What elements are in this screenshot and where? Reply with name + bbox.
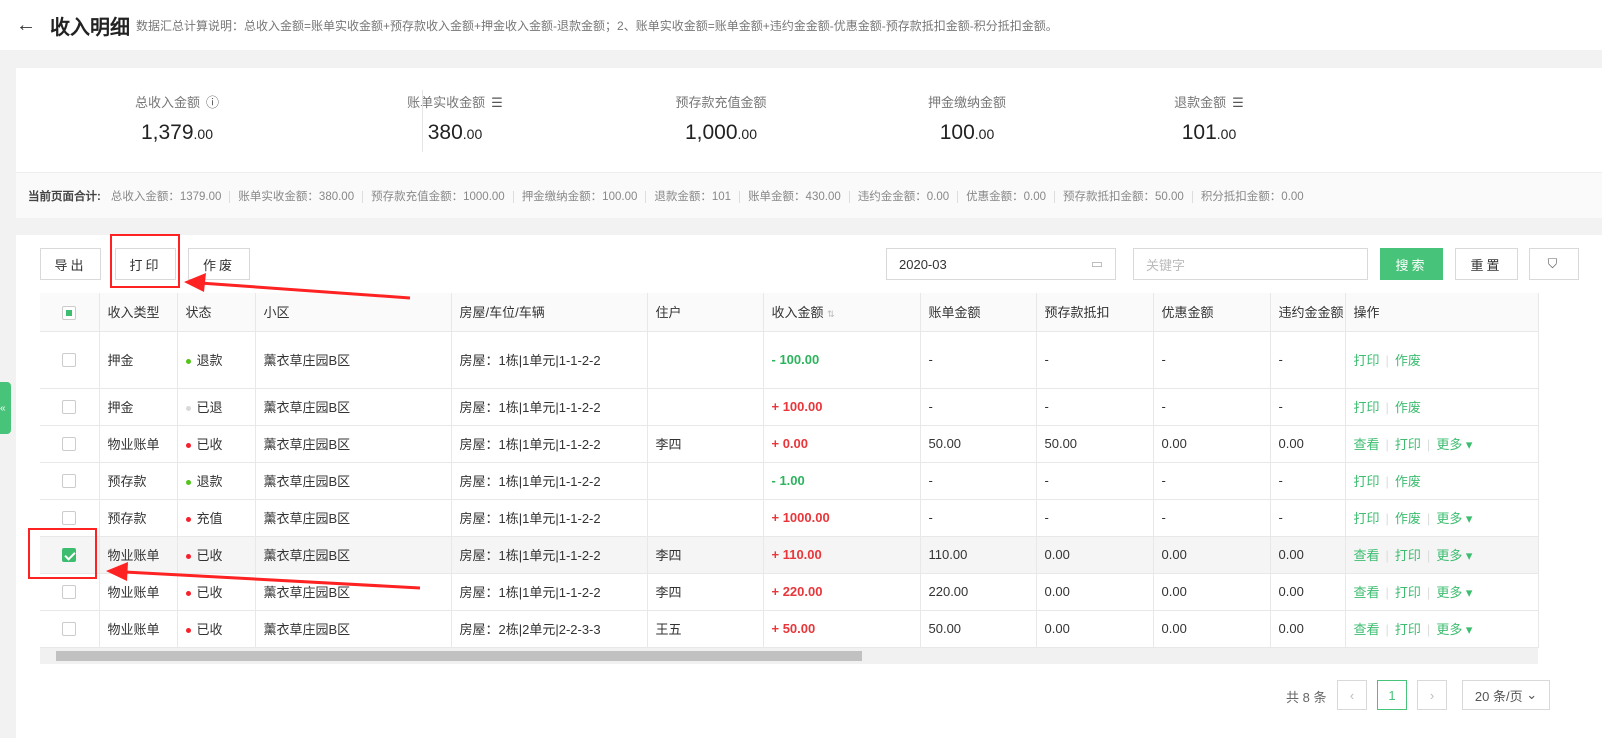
annotation-overlay bbox=[28, 234, 421, 590]
annotation-arrow bbox=[124, 570, 421, 590]
arrow-head bbox=[184, 273, 206, 292]
arrow-head bbox=[106, 562, 128, 581]
annotation-arrow bbox=[199, 281, 411, 300]
highlight-box bbox=[110, 234, 180, 288]
highlight-box bbox=[28, 528, 97, 579]
